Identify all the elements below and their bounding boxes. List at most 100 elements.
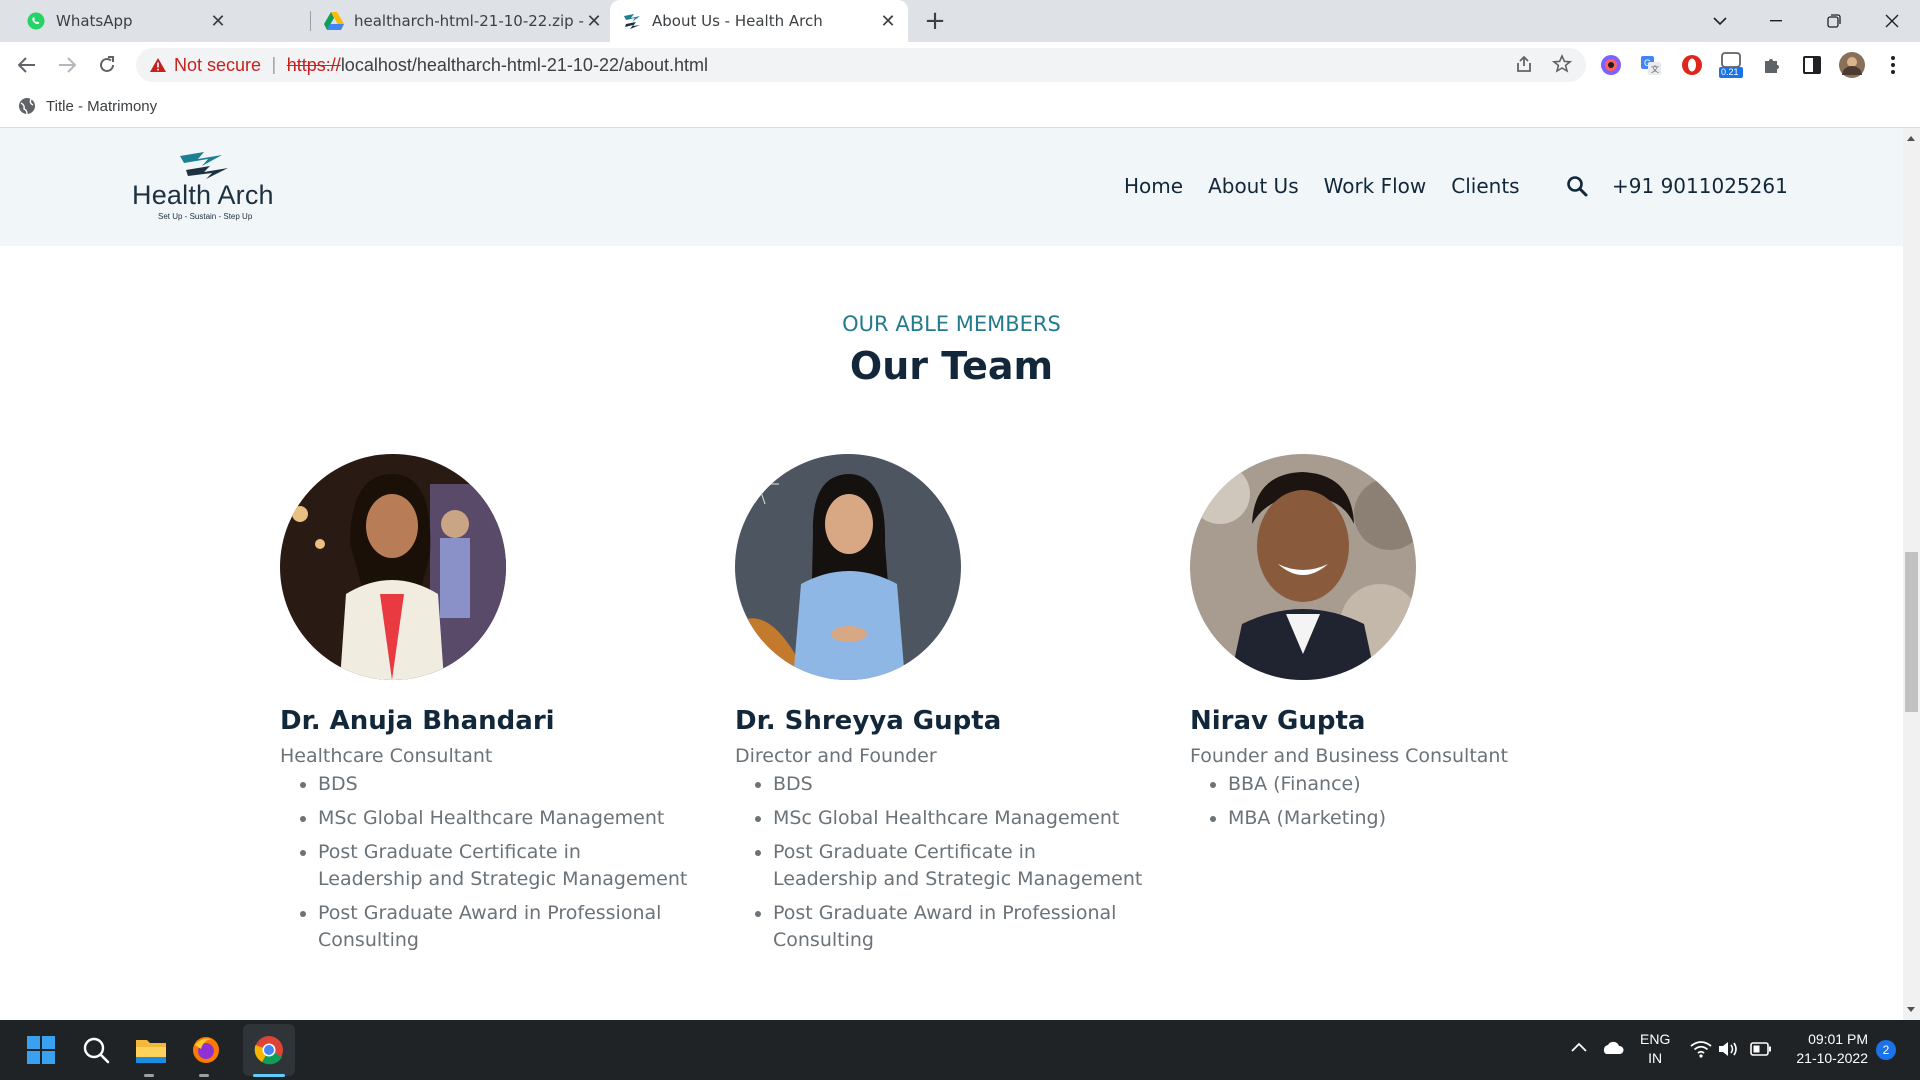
nav-home[interactable]: Home — [1124, 174, 1183, 198]
logo-tagline: Set Up - Sustain - Step Up — [158, 212, 253, 221]
file-explorer-icon[interactable] — [133, 1032, 169, 1068]
member-name: Dr. Shreyya Gupta — [735, 706, 1002, 736]
url-path: localhost/healtharch-html-21-10-22/about… — [340, 54, 709, 75]
qualification-list: BDS MSc Global Healthcare Management Pos… — [735, 771, 1155, 954]
whatsapp-icon — [26, 11, 46, 31]
qualification-list: BBA (Finance) MBA (Marketing) — [1190, 771, 1610, 832]
list-item: BDS — [318, 771, 688, 798]
tray-overflow-chevron-icon[interactable] — [1570, 1040, 1588, 1056]
extension-badge: 0.21 — [1721, 67, 1739, 77]
search-icon[interactable] — [1566, 175, 1590, 199]
language-code: ENG — [1640, 1031, 1671, 1047]
list-item: MBA (Marketing) — [1228, 805, 1598, 832]
tab-drive-zip[interactable]: healtharch-html-21-10-22.zip - G ✕ — [312, 0, 612, 42]
tab-divider — [310, 11, 311, 31]
phone-number[interactable]: +91 9011025261 — [1612, 174, 1788, 198]
member-photo — [735, 454, 961, 680]
chrome-icon[interactable] — [243, 1032, 295, 1068]
member-name: Nirav Gupta — [1190, 706, 1366, 736]
tab-search-icon[interactable] — [1692, 0, 1748, 42]
windows-start-icon[interactable] — [23, 1032, 59, 1068]
windows-taskbar: ENG IN 09:01 PM 21-10-2022 2 — [0, 1020, 1920, 1080]
team-member-card: Dr. Anuja Bhandari Healthcare Consultant… — [280, 454, 700, 961]
extension-color-icon[interactable] — [1598, 52, 1624, 78]
health-arch-logo[interactable]: Health Arch Set Up - Sustain - Step Up — [132, 150, 280, 226]
forward-arrow-icon[interactable] — [52, 50, 82, 80]
close-tab-icon[interactable]: ✕ — [208, 11, 228, 32]
back-arrow-icon[interactable] — [12, 50, 42, 80]
translate-extension-icon[interactable]: G文 — [1638, 52, 1664, 78]
warning-triangle-icon — [150, 58, 166, 72]
share-icon[interactable] — [1514, 54, 1534, 79]
list-item: Post Graduate Certificate in Leadership … — [318, 839, 688, 893]
battery-icon[interactable] — [1750, 1042, 1772, 1059]
browser-menu-icon[interactable] — [1880, 52, 1906, 78]
page-scrollbar[interactable] — [1903, 128, 1920, 1020]
profile-avatar[interactable] — [1839, 52, 1865, 78]
member-role: Healthcare Consultant — [280, 745, 493, 767]
member-role: Founder and Business Consultant — [1190, 745, 1508, 767]
close-tab-icon[interactable]: ✕ — [878, 11, 898, 32]
close-tab-icon[interactable]: ✕ — [584, 11, 604, 32]
bookmark-star-icon[interactable] — [1551, 54, 1573, 79]
nav-work-flow[interactable]: Work Flow — [1324, 174, 1427, 198]
language-indicator[interactable]: ENG IN — [1640, 1030, 1670, 1068]
app-running-indicator — [144, 1074, 154, 1077]
scroll-down-arrow-icon[interactable] — [1907, 1007, 1915, 1012]
reload-icon[interactable] — [92, 50, 122, 80]
member-photo — [280, 454, 506, 680]
site-header: Health Arch Set Up - Sustain - Step Up H… — [0, 128, 1903, 246]
logo-mark-icon — [180, 152, 228, 179]
firefox-icon[interactable] — [188, 1032, 224, 1068]
browser-tab-strip: WhatsApp ✕ healtharch-html-21-10-22.zip … — [0, 0, 1920, 42]
notification-count: 2 — [1882, 1043, 1890, 1057]
page-viewport: Health Arch Set Up - Sustain - Step Up H… — [0, 128, 1903, 1020]
list-item: Post Graduate Award in Professional Cons… — [318, 900, 688, 954]
scrollbar-thumb[interactable] — [1905, 552, 1918, 712]
section-title: Our Team — [849, 344, 1054, 388]
tab-title: healtharch-html-21-10-22.zip - G — [354, 12, 584, 30]
notification-badge[interactable]: 2 — [1876, 1040, 1896, 1060]
health-arch-favicon — [622, 11, 642, 31]
main-navigation: Home About Us Work Flow Clients — [1124, 174, 1545, 198]
bookmark-label: Title - Matrimony — [46, 97, 158, 115]
globe-icon — [18, 97, 36, 115]
list-item: MSc Global Healthcare Management — [318, 805, 688, 832]
browser-toolbar: Not secure | https:// localhost/healthar… — [0, 42, 1920, 88]
tab-whatsapp[interactable]: WhatsApp ✕ — [0, 0, 306, 42]
list-item: Post Graduate Award in Professional Cons… — [773, 900, 1143, 954]
qualification-list: BDS MSc Global Healthcare Management Pos… — [280, 771, 700, 954]
puzzle-extensions-icon[interactable] — [1759, 52, 1785, 78]
logo-name: Health Arch — [132, 180, 274, 210]
security-label[interactable]: Not secure — [174, 55, 261, 76]
nav-clients[interactable]: Clients — [1451, 174, 1519, 198]
address-bar[interactable]: Not secure | https:// localhost/healthar… — [136, 48, 1586, 82]
team-member-card: Nirav Gupta Founder and Business Consult… — [1190, 454, 1610, 839]
side-panel-icon[interactable] — [1799, 52, 1825, 78]
minimize-icon[interactable] — [1748, 0, 1804, 42]
member-name: Dr. Anuja Bhandari — [280, 706, 555, 736]
clock-date: 21-10-2022 — [1796, 1050, 1868, 1066]
nav-about-us[interactable]: About Us — [1208, 174, 1299, 198]
clock[interactable]: 09:01 PM 21-10-2022 — [1792, 1030, 1868, 1068]
search-icon[interactable] — [78, 1032, 114, 1068]
url-separator: | — [271, 55, 277, 75]
sync-extension-icon[interactable]: 0.21 — [1718, 52, 1744, 78]
list-item: MSc Global Healthcare Management — [773, 805, 1143, 832]
bookmark-item[interactable]: Title - Matrimony — [18, 97, 157, 115]
tab-title: WhatsApp — [56, 12, 133, 30]
url-scheme: https:// — [286, 54, 341, 75]
list-item: Post Graduate Certificate in Leadership … — [773, 839, 1143, 893]
wifi-icon[interactable] — [1690, 1040, 1712, 1061]
scroll-up-arrow-icon[interactable] — [1907, 136, 1915, 141]
onedrive-cloud-icon[interactable] — [1600, 1039, 1624, 1058]
tab-about-us[interactable]: About Us - Health Arch ✕ — [610, 0, 908, 42]
bookmarks-bar: Title - Matrimony — [0, 88, 1920, 128]
opera-extension-icon[interactable] — [1679, 52, 1705, 78]
omnibox-actions — [1514, 54, 1573, 79]
restore-icon[interactable] — [1806, 0, 1862, 42]
close-window-icon[interactable] — [1864, 0, 1920, 42]
new-tab-button[interactable]: + — [920, 6, 950, 36]
google-drive-icon — [324, 11, 344, 31]
volume-icon[interactable] — [1718, 1040, 1740, 1061]
